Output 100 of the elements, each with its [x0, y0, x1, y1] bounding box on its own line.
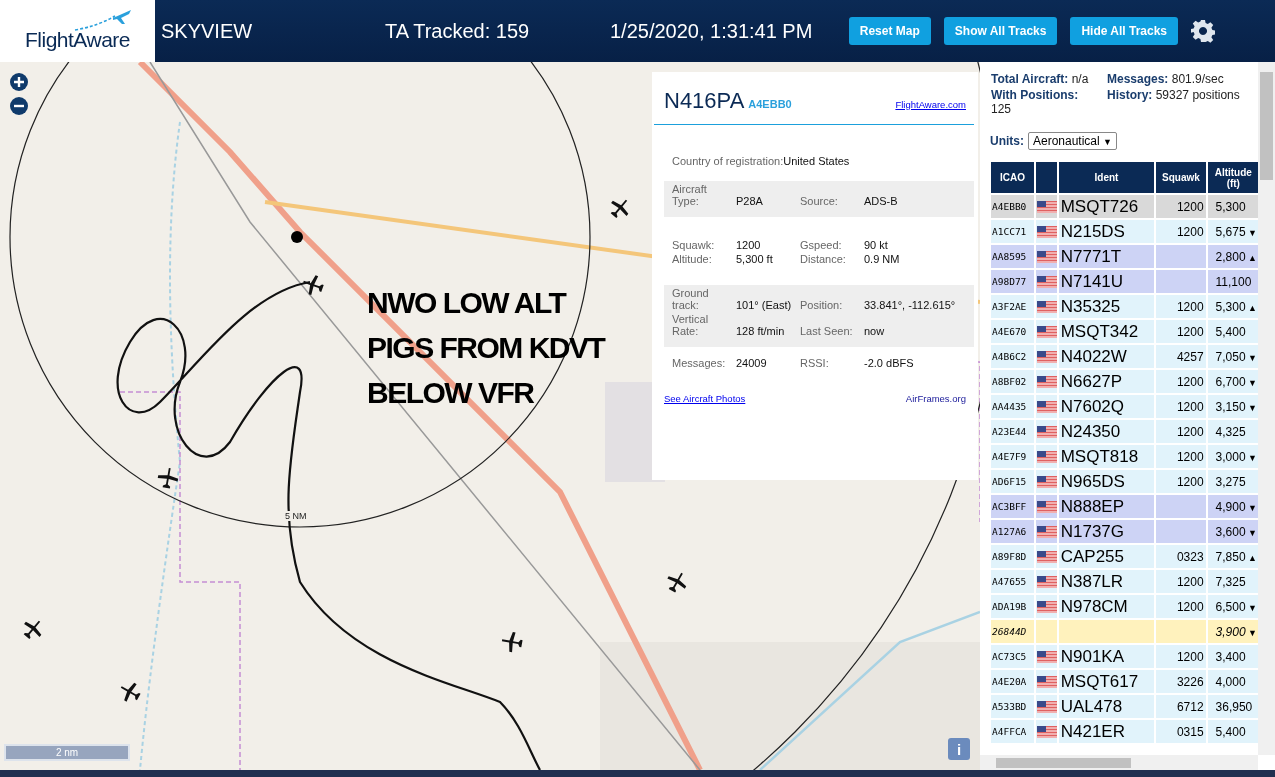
- table-cell: N6627P: [1058, 370, 1155, 393]
- table-cell: 3,000 ▼: [1207, 445, 1259, 468]
- stat-text: Messages: 801.9/sec: [1107, 72, 1225, 86]
- photos-link[interactable]: See Aircraft Photos: [664, 393, 746, 404]
- table-cell: N888EP: [1058, 495, 1155, 518]
- airplane-icon[interactable]: [667, 572, 687, 593]
- field-value: P28A: [736, 195, 764, 207]
- table-cell: UAL478: [1058, 695, 1155, 718]
- table-cell: N7771T: [1058, 245, 1155, 268]
- column-header[interactable]: Altitude (ft): [1207, 162, 1259, 193]
- table-cell: 2,800 ▲: [1207, 245, 1259, 268]
- aircraft-ident: N416PA: [664, 88, 745, 114]
- table-cell: 1200: [1156, 445, 1206, 468]
- icao-code: A4EBB0: [748, 98, 792, 110]
- airplane-icon[interactable]: [303, 275, 324, 296]
- field-value: 90 kt: [864, 239, 889, 251]
- table-cell: 5,675 ▼: [1207, 220, 1259, 243]
- range-label: 5 NM: [284, 511, 308, 521]
- table-cell: N24350: [1058, 420, 1155, 443]
- table-cell: 3,600 ▼: [1207, 520, 1259, 543]
- table-cell: N387LR: [1058, 570, 1155, 593]
- field-value: 5,300 ft: [736, 253, 774, 265]
- horizontal-scrollbar[interactable]: [980, 755, 1258, 770]
- column-header[interactable]: Squawk: [1156, 162, 1206, 193]
- table-cell: N421ER: [1058, 720, 1155, 743]
- table-cell: 3,150 ▼: [1207, 395, 1259, 418]
- field-value: 128 ft/min: [736, 325, 786, 337]
- table-cell: MSQT818: [1058, 445, 1155, 468]
- table-cell: A533BD: [991, 695, 1035, 718]
- table-cell: 1200: [1156, 570, 1206, 593]
- airplane-icon[interactable]: [157, 467, 179, 489]
- field-label: Altitude:: [672, 253, 713, 265]
- table-cell: AC3BFF: [991, 495, 1035, 518]
- app-title: SKYVIEW: [161, 19, 254, 43]
- stat-text: With Positions: 125: [991, 88, 1080, 116]
- zoom-out-icon[interactable]: [9, 96, 29, 116]
- units-label: Units:: [990, 134, 1024, 148]
- table-cell: A4E7F9: [991, 445, 1035, 468]
- airplane-icon[interactable]: [23, 620, 42, 640]
- table-cell: A89F8D: [991, 545, 1035, 568]
- table-cell: A1CC71: [991, 220, 1035, 243]
- table-cell: AC73C5: [991, 645, 1035, 668]
- airplane-icon[interactable]: [501, 631, 523, 653]
- table-cell: 4,325: [1207, 420, 1259, 443]
- airplane-icon: [73, 8, 133, 32]
- flightaware-link[interactable]: FlightAware.com: [895, 99, 966, 110]
- table-cell: 0323: [1156, 545, 1206, 568]
- table-cell: 4,000: [1207, 670, 1259, 693]
- date-time: 1/25/2020, 1:31:41 PM: [610, 19, 813, 43]
- table-cell: [1156, 495, 1206, 518]
- table-cell: 7,050 ▼: [1207, 345, 1259, 368]
- table-cell: A127A6: [991, 520, 1035, 543]
- table-cell: 0315: [1156, 720, 1206, 743]
- table-cell: A47655: [991, 570, 1035, 593]
- table-cell: 1200: [1156, 295, 1206, 318]
- table-cell: AA4435: [991, 395, 1035, 418]
- stat-text: Total Aircraft: n/a: [991, 72, 1090, 86]
- settings-icon[interactable]: [1191, 19, 1215, 43]
- field-value: 101° (East): [736, 299, 793, 311]
- airframes-link[interactable]: AirFrames.org: [905, 393, 966, 404]
- field-label: Ground track:: [672, 287, 710, 311]
- airplane-icon[interactable]: [120, 682, 141, 702]
- table-cell: A98D77: [991, 270, 1035, 293]
- scale-bar: 2 nm: [4, 744, 130, 761]
- column-header[interactable]: ICAO: [991, 162, 1035, 193]
- field-label: Position:: [800, 299, 844, 311]
- table-cell: 1200: [1156, 220, 1206, 243]
- tracked-count: TA Tracked: 159: [385, 19, 531, 43]
- table-cell: AA8595: [991, 245, 1035, 268]
- vertical-scrollbar[interactable]: [1258, 62, 1275, 755]
- table-cell: 1200: [1156, 195, 1206, 218]
- table-cell: 5,400: [1207, 720, 1259, 743]
- airplane-icon[interactable]: [610, 199, 629, 219]
- table-cell: 5,400: [1207, 320, 1259, 343]
- table-cell: 36,950: [1207, 695, 1259, 718]
- table-cell: 7,850 ▲: [1207, 545, 1259, 568]
- field-label: Vertical Rate:: [672, 313, 710, 337]
- logo[interactable]: FlightAware: [0, 0, 155, 62]
- table-cell: 3,275: [1207, 470, 1259, 493]
- zoom-in-icon[interactable]: [9, 72, 29, 92]
- column-header[interactable]: Ident: [1058, 162, 1155, 193]
- table-cell: N901KA: [1058, 645, 1155, 668]
- units-dropdown[interactable]: Aeronautical ▼: [1028, 132, 1117, 150]
- field-label: Gspeed:: [800, 239, 843, 251]
- table-cell: 1200: [1156, 645, 1206, 668]
- field-label: Last Seen:: [800, 325, 854, 337]
- table-cell: 1200: [1156, 370, 1206, 393]
- table-cell: 1200: [1156, 470, 1206, 493]
- table-cell: A4E20A: [991, 670, 1035, 693]
- table-cell: 3226: [1156, 670, 1206, 693]
- table-cell: [1156, 520, 1206, 543]
- table-cell: 1200: [1156, 395, 1206, 418]
- table-cell: 5,300: [1207, 195, 1259, 218]
- table-cell: 3,900 ▼: [1207, 620, 1259, 643]
- table-cell: AD6F15: [991, 470, 1035, 493]
- field-label: Aircraft Type:: [672, 183, 708, 207]
- table-cell: 6712: [1156, 695, 1206, 718]
- field-label: Squawk:: [672, 239, 716, 251]
- table-cell: A8BF02: [991, 370, 1035, 393]
- field-label: RSSI:: [800, 357, 830, 369]
